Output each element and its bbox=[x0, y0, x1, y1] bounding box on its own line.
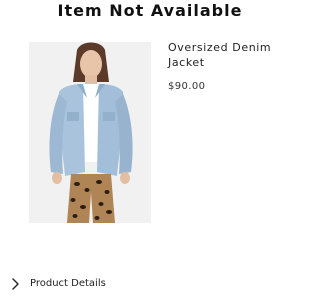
chevron-right-icon bbox=[12, 278, 19, 290]
page-title: Item Not Available bbox=[57, 1, 243, 20]
product-image[interactable] bbox=[29, 42, 151, 223]
product-photo-illustration bbox=[29, 42, 151, 223]
product-price: $90.00 bbox=[168, 81, 206, 92]
product-details-toggle[interactable]: Product Details bbox=[0, 272, 300, 296]
product-details-label: Product Details bbox=[30, 278, 106, 289]
page: Item Not Available Oversized Denim Jacke… bbox=[0, 0, 300, 300]
product-name: Oversized Denim Jacket bbox=[168, 41, 272, 69]
